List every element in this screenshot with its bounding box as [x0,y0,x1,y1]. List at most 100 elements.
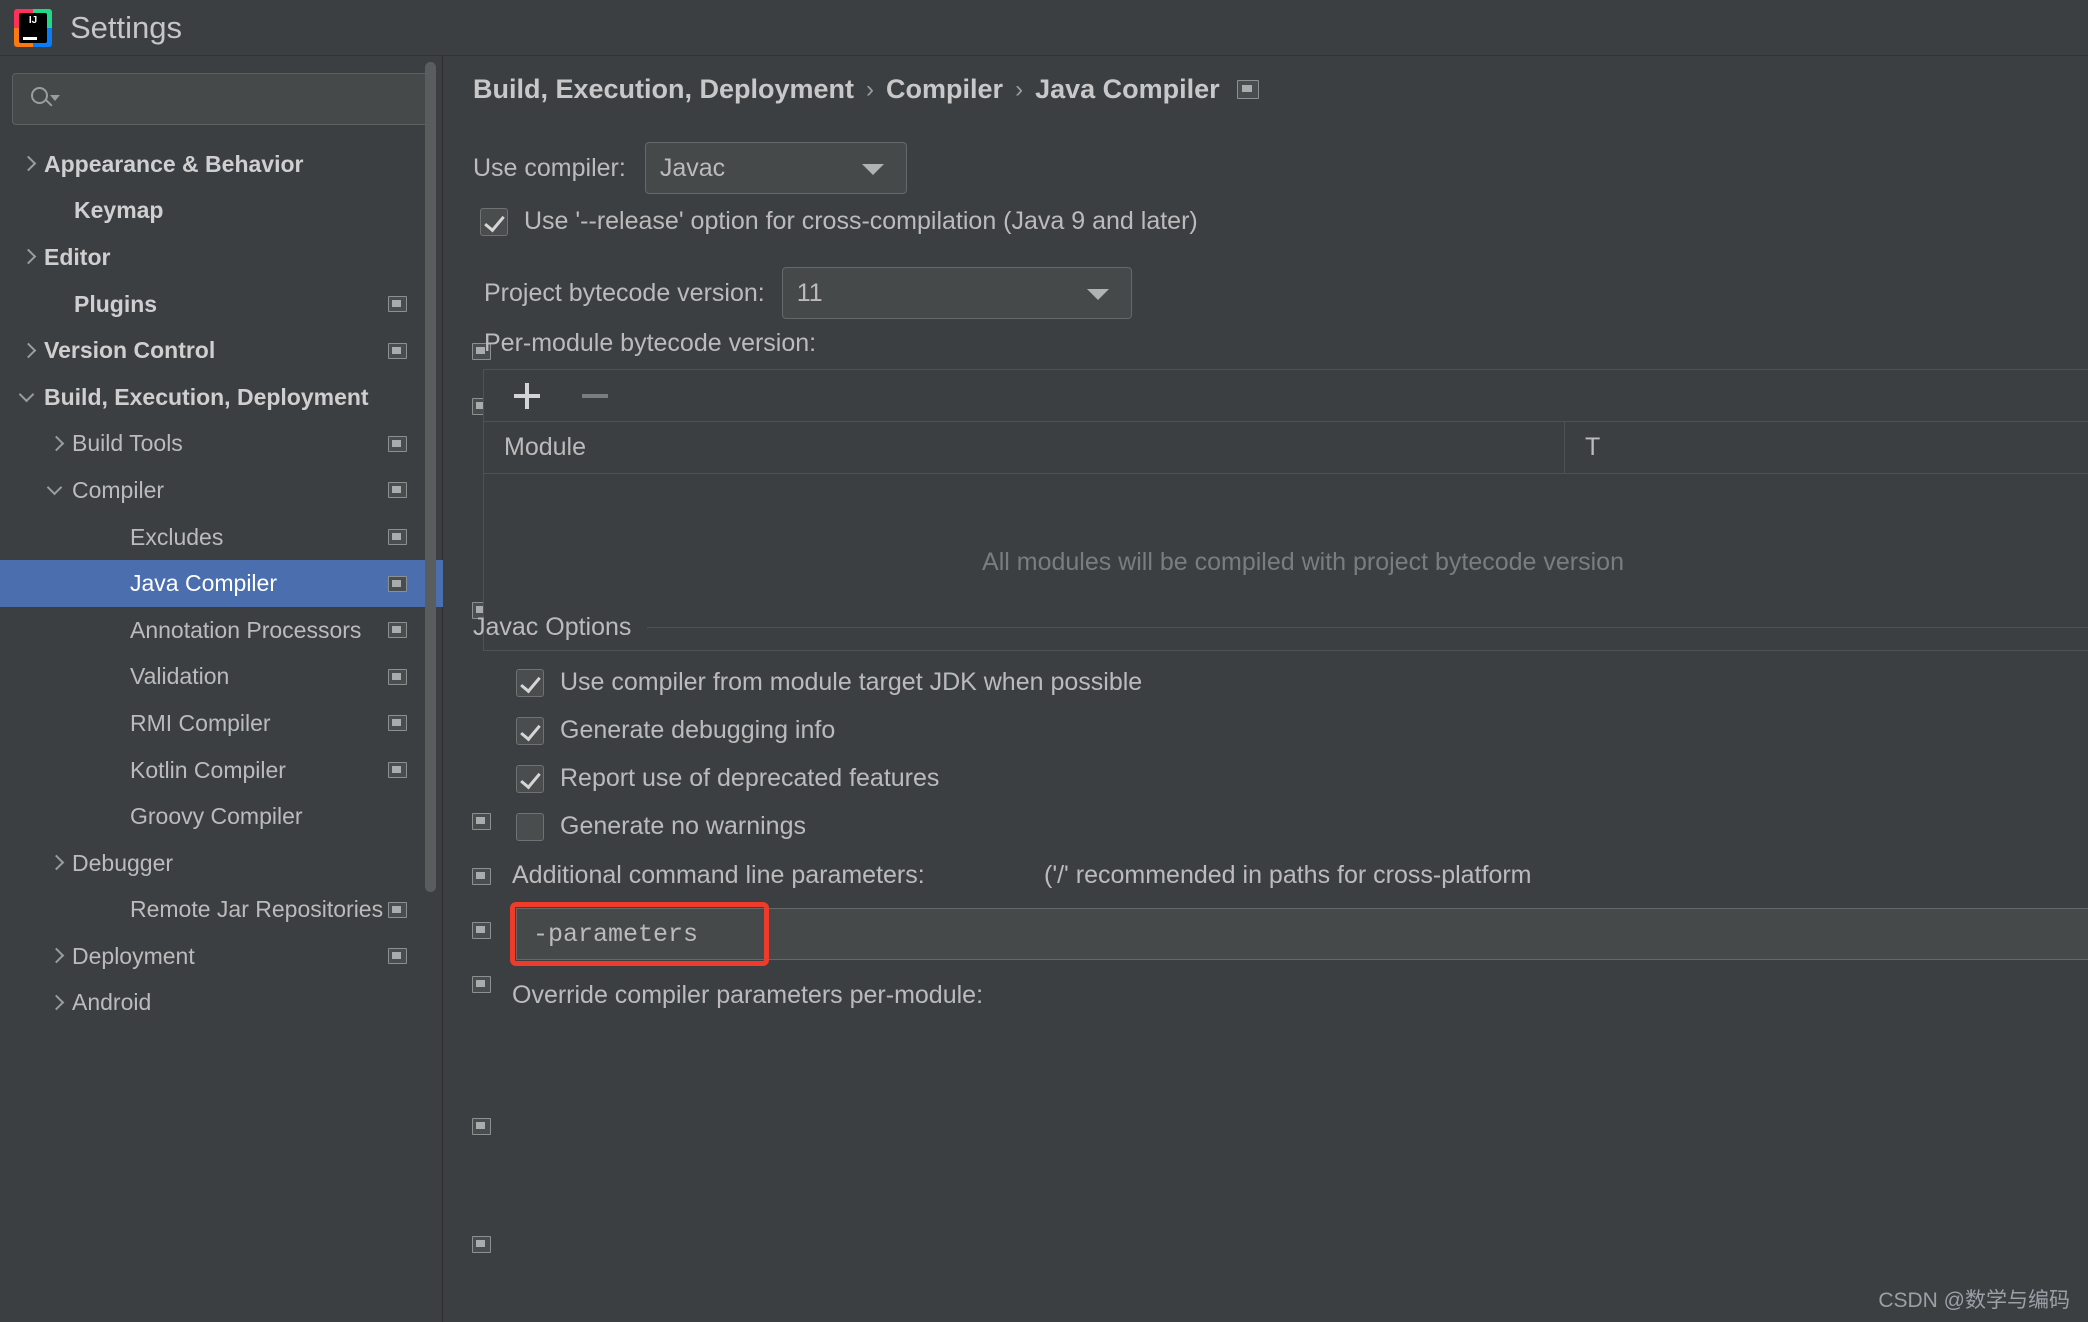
chevron-right-icon[interactable] [46,434,66,454]
sidebar-item-badge-icon[interactable] [388,296,407,313]
chevron-right-icon[interactable] [46,853,66,873]
project-bytecode-dropdown[interactable]: 11 [781,267,1132,319]
sidebar-item-build-execution-deployment[interactable]: Build, Execution, Deployment [0,374,443,421]
gutter-badge-icon[interactable] [472,868,491,885]
column-header-module[interactable]: Module [484,433,1564,462]
main-panel: Build, Execution, Deployment › Compiler … [444,56,2088,1322]
per-module-toolbar [483,369,2088,421]
gutter-badge-icon[interactable] [472,1236,491,1253]
sidebar-item-plugins[interactable]: Plugins [0,281,443,328]
gutter-badge-icon[interactable] [472,976,491,993]
sidebar-item-excludes[interactable]: Excludes [0,514,443,561]
sidebar-item-label: Debugger [72,849,174,876]
sidebar-item-compiler[interactable]: Compiler [0,467,443,514]
sidebar-item-label: Java Compiler [130,570,277,597]
sidebar-item-label: Keymap [74,197,164,224]
sidebar-item-remote-jar-repositories[interactable]: Remote Jar Repositories [0,887,443,934]
generate-no-warnings-checkbox[interactable] [516,812,544,841]
sidebar-scrollbar[interactable] [425,62,436,892]
chevron-down-icon [861,164,884,175]
sidebar-item-badge-icon[interactable] [388,762,407,779]
chevron-down-icon[interactable] [18,387,38,407]
sidebar-item-annotation-processors[interactable]: Annotation Processors [0,607,443,654]
use-module-jdk-compiler-row[interactable]: Use compiler from module target JDK when… [516,668,1142,697]
sidebar-item-validation[interactable]: Validation [0,654,443,701]
sidebar-item-label: Plugins [74,290,158,317]
generate-debugging-info-row[interactable]: Generate debugging info [516,716,835,745]
chevron-down-icon[interactable] [46,480,66,500]
chevron-right-icon[interactable] [18,341,38,361]
per-module-empty-text: All modules will be compiled with projec… [982,547,1624,576]
window-title: Settings [70,9,183,45]
chevron-right-icon[interactable] [18,247,38,267]
sidebar-item-label: Validation [130,663,230,690]
report-deprecated-row[interactable]: Report use of deprecated features [516,764,939,793]
generate-debugging-info-label: Generate debugging info [560,716,836,744]
sidebar-item-label: Groovy Compiler [130,803,303,830]
sidebar-item-badge-icon[interactable] [388,482,407,499]
remove-module-button[interactable] [572,373,618,419]
sidebar-item-badge-icon[interactable] [388,575,407,592]
column-header-target[interactable]: T [1564,422,1600,473]
sidebar-item-label: Appearance & Behavior [44,150,304,177]
release-option-row[interactable]: Use '--release' option for cross-compila… [480,207,1198,236]
per-module-label: Per-module bytecode version: [484,329,817,357]
sidebar-item-deployment[interactable]: Deployment [0,933,443,980]
sidebar-item-label: Build Tools [72,430,183,457]
chevron-right-icon[interactable] [46,946,66,966]
breadcrumb-settings-badge-icon[interactable] [1236,80,1259,99]
sidebar-item-version-control[interactable]: Version Control [0,327,443,374]
gutter-badge-icon[interactable] [472,1118,491,1135]
sidebar-item-build-tools[interactable]: Build Tools [0,421,443,468]
javac-options-title: Javac Options [473,613,632,641]
additional-params-input[interactable]: -parameters [516,908,2088,960]
breadcrumb-item-1[interactable]: Compiler [886,74,1003,105]
settings-dialog: IJ Settings Appearance & Behavior Keymap E… [0,0,2088,1322]
sidebar-item-badge-icon[interactable] [388,948,407,965]
sidebar-item-kotlin-compiler[interactable]: Kotlin Compiler [0,747,443,794]
search-icon [31,86,60,112]
sidebar-item-badge-icon[interactable] [388,668,407,685]
sidebar-item-label: Kotlin Compiler [130,756,286,783]
gutter-badge-icon[interactable] [472,922,491,939]
breadcrumb: Build, Execution, Deployment › Compiler … [473,74,1259,105]
sidebar-item-badge-icon[interactable] [388,435,407,452]
chevron-right-icon[interactable] [18,154,38,174]
release-option-checkbox[interactable] [480,207,508,236]
use-module-jdk-compiler-checkbox[interactable] [516,668,544,697]
search-input[interactable] [57,87,429,111]
gutter-badge-icon[interactable] [472,813,491,830]
add-module-button[interactable] [504,373,550,419]
generate-debugging-info-checkbox[interactable] [516,716,544,745]
sidebar-item-label: Editor [44,243,111,270]
project-bytecode-value: 11 [796,278,823,307]
breadcrumb-item-0[interactable]: Build, Execution, Deployment [473,74,854,105]
sidebar-item-rmi-compiler[interactable]: RMI Compiler [0,700,443,747]
sidebar-item-android[interactable]: Android [0,980,443,1027]
report-deprecated-checkbox[interactable] [516,764,544,793]
sidebar-item-badge-icon[interactable] [388,715,407,732]
sidebar-item-keymap[interactable]: Keymap [0,188,443,235]
sidebar-item-debugger[interactable]: Debugger [0,840,443,887]
sidebar-item-badge-icon[interactable] [388,342,407,359]
sidebar-item-editor[interactable]: Editor [0,234,443,281]
report-deprecated-label: Report use of deprecated features [560,764,940,792]
search-box[interactable] [12,73,430,125]
use-compiler-dropdown[interactable]: Javac [644,142,907,194]
generate-no-warnings-row[interactable]: Generate no warnings [516,812,806,841]
sidebar-item-badge-icon[interactable] [388,622,407,639]
sidebar-item-groovy-compiler[interactable]: Groovy Compiler [0,793,443,840]
sidebar-item-appearance-behavior[interactable]: Appearance & Behavior [0,141,443,188]
sidebar-item-java-compiler[interactable]: Java Compiler [0,560,443,607]
sidebar-item-badge-icon[interactable] [388,529,407,546]
intellij-idea-logo-icon: IJ [14,8,52,47]
sidebar-item-badge-icon[interactable] [388,901,407,918]
chevron-right-icon[interactable] [46,993,66,1013]
use-module-jdk-compiler-label: Use compiler from module target JDK when… [560,668,1143,696]
